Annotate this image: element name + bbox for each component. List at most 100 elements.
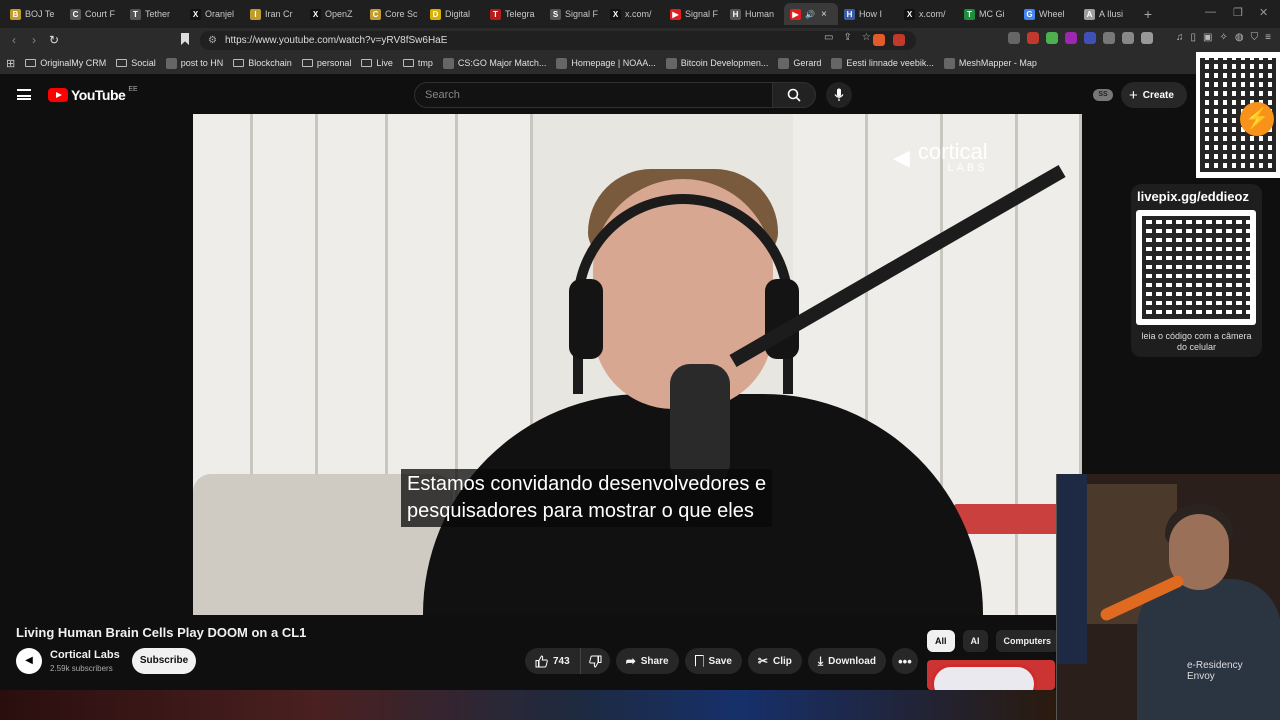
bookmark-item[interactable]: Bitcoin Developmen... [665,57,768,69]
bookmark-item[interactable]: CS:GO Major Match... [442,57,547,69]
browser-tab[interactable]: A A Ilusi [1078,3,1138,25]
tab-title: Signal F [565,9,598,19]
recommended-video-thumbnail[interactable] [927,660,1055,690]
bookmark-icon[interactable] [181,33,189,45]
browser-tab-strip: B BOJ Te C Court F T Tether X Oranjel I Iran Cr X O… [0,0,1280,28]
bookmark-label: CS:GO Major Match... [457,58,547,68]
tab-favicon-icon: G [1024,8,1035,20]
filter-chip[interactable]: Computers [995,630,1060,652]
search-input[interactable]: Search [414,82,774,108]
bookmark-item[interactable]: Gerard [778,57,821,69]
star-icon[interactable]: ☆ [862,32,871,43]
like-button[interactable]: 743 [525,648,581,674]
video-title: Living Human Brain Cells Play DOOM on a … [16,625,307,640]
filter-chip[interactable]: All [927,630,955,652]
cast-icon[interactable]: ▭ [824,32,833,43]
browser-tab[interactable]: T Telegra [484,3,544,25]
search-button[interactable] [772,82,816,108]
profile-icon[interactable]: ◍ [1235,32,1244,44]
browser-tab[interactable]: T Tether [124,3,184,25]
browser-tab[interactable]: S Signal F [544,3,604,25]
share-page-icon[interactable]: ⇪ [843,32,851,43]
channel-avatar[interactable]: ◀ [16,648,42,674]
extension-icon[interactable] [1065,32,1077,44]
video-player[interactable]: ◀ cortical LABS Estamos convidando desen… [193,114,1082,615]
leo-icon[interactable]: ✧ [1219,32,1227,44]
like-dislike-group: 743 [525,648,610,674]
tab-favicon-icon: X [610,8,621,20]
clip-button[interactable]: ✂ Clip [747,648,802,674]
browser-tab[interactable]: X Oranjel [184,3,244,25]
browser-tab[interactable]: B BOJ Te [4,3,64,25]
share-button[interactable]: ➦ Share [615,648,679,674]
audio-playing-icon[interactable]: 🔊 [805,10,815,19]
hamburger-menu-icon[interactable] [17,89,31,100]
rewards-icon[interactable] [893,34,905,46]
url-text[interactable]: https://www.youtube.com/watch?v=yRV8fSw6… [225,35,447,46]
filter-chip[interactable]: AI [962,630,988,652]
browser-tab[interactable]: ▶ 🔊 × [784,3,838,25]
browser-tab[interactable]: I Iran Cr [244,3,304,25]
extension-icon[interactable] [1103,32,1115,44]
wallet-icon[interactable]: ▣ [1203,32,1212,44]
bookmark-item[interactable]: Homepage | NOAA... [556,57,656,69]
bookmark-item[interactable]: OriginalMy CRM [25,58,106,68]
extension-icon[interactable] [1141,32,1153,44]
dislike-button[interactable] [580,648,610,674]
bookmark-item[interactable]: Eesti linnade veebik... [831,57,934,69]
subscribe-button[interactable]: Subscribe [132,648,196,674]
tab-title: Iran Cr [265,9,293,19]
save-button[interactable]: Save [684,648,742,674]
youtube-logo[interactable]: YouTube EE [48,86,138,103]
new-tab-icon[interactable]: + [1138,6,1158,22]
browser-tab[interactable]: X OpenZ [304,3,364,25]
bookmark-item[interactable]: Social [116,58,156,68]
address-bar[interactable]: ⚙ https://www.youtube.com/watch?v=yRV8fS… [200,31,916,50]
browser-tab[interactable]: D Digital [424,3,484,25]
account-badge[interactable]: SS [1093,89,1113,101]
apps-grid-icon[interactable]: ⊞ [6,57,15,70]
browser-tab[interactable]: C Core Sc [364,3,424,25]
bookmark-item[interactable]: post to HN [165,57,223,69]
browser-tab[interactable]: Xx.com/ [898,3,958,25]
bookmark-item[interactable]: Blockchain [233,58,292,68]
extension-icon[interactable] [1008,32,1020,44]
voice-search-button[interactable] [826,82,852,108]
browser-tab[interactable]: T MC Gi [958,3,1018,25]
thumbs-down-icon [588,655,602,668]
browser-tab[interactable]: Xx.com/ [604,3,664,25]
back-icon[interactable]: ‹ [4,33,24,47]
browser-tab[interactable]: G Wheel [1018,3,1078,25]
reload-icon[interactable]: ↻ [44,33,64,47]
close-window-icon[interactable]: ✕ [1259,6,1268,19]
minimize-icon[interactable]: — [1205,6,1216,18]
channel-name[interactable]: Cortical Labs [50,649,120,661]
tab-close-icon[interactable]: × [821,9,827,20]
extension-icon[interactable] [1046,32,1058,44]
download-button[interactable]: ⤓ Download [807,648,886,674]
browser-tab[interactable]: ▶ Signal F [664,3,724,25]
bookmark-label: MeshMapper - Map [958,58,1037,68]
forward-icon[interactable]: › [24,33,44,47]
extension-icon[interactable] [1027,32,1039,44]
extensions-puzzle-icon[interactable] [1122,32,1134,44]
vpn-icon[interactable]: ⛉ [1251,32,1259,44]
media-icon[interactable]: ♫ [1176,32,1184,44]
more-actions-button[interactable]: ••• [891,648,918,674]
maximize-icon[interactable]: ❐ [1233,6,1243,19]
bookmark-item[interactable]: tmp [402,58,433,68]
create-button[interactable]: + Create [1121,82,1187,108]
browser-menu-icon[interactable]: ≡ [1265,32,1271,44]
sidebar-icon[interactable]: ▯ [1191,32,1197,44]
extension-icon[interactable] [1084,32,1096,44]
bookmark-item[interactable]: Live [361,58,393,68]
caption-box: Estamos convidando desenvolvedores e pes… [401,469,773,527]
brave-shield-icon[interactable] [873,34,885,46]
browser-tab[interactable]: H Human [724,3,784,25]
site-info-icon[interactable]: ⚙ [208,35,217,46]
browser-tab[interactable]: C Court F [64,3,124,25]
bookmark-item[interactable]: personal [301,58,351,68]
bookmark-item[interactable]: MeshMapper - Map [943,57,1037,69]
tab-title: BOJ Te [25,9,55,19]
browser-tab[interactable]: H How I [838,3,898,25]
